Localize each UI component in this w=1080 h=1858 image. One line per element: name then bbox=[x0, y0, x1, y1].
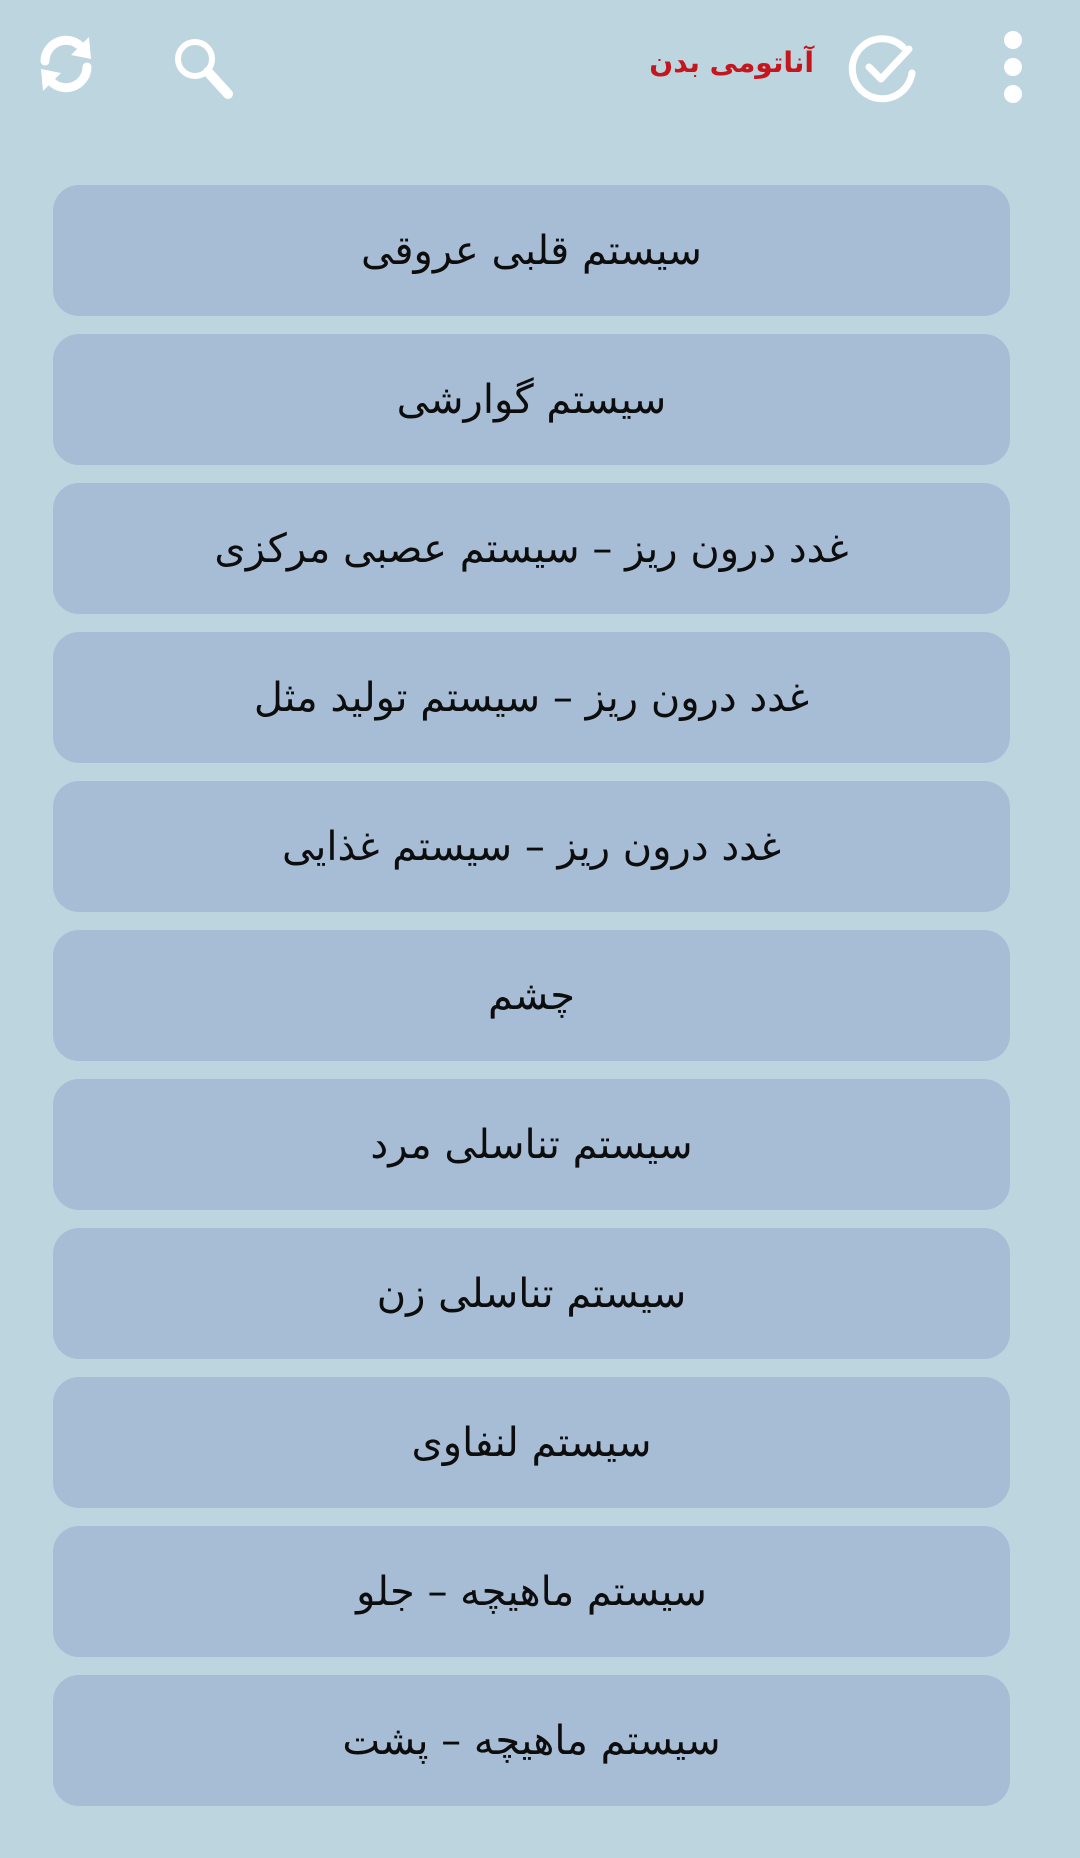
list-item[interactable]: غدد درون ریز – سیستم غذایی bbox=[53, 781, 1010, 912]
list-item[interactable]: سیستم قلبی عروقی bbox=[53, 185, 1010, 316]
list-item-label: سیستم ماهیچه – جلو bbox=[356, 1568, 707, 1615]
anatomy-list: سیستم قلبی عروقی سیستم گوارشی غدد درون ر… bbox=[53, 185, 1010, 1824]
list-item[interactable]: غدد درون ریز – سیستم عصبی مرکزی bbox=[53, 483, 1010, 614]
list-item-label: غدد درون ریز – سیستم عصبی مرکزی bbox=[214, 525, 849, 572]
list-item-label: سیستم لنفاوی bbox=[411, 1419, 652, 1466]
list-item[interactable]: سیستم گوارشی bbox=[53, 334, 1010, 465]
list-item-label: سیستم ماهیچه – پشت bbox=[342, 1717, 721, 1764]
list-item[interactable]: سیستم تناسلی زن bbox=[53, 1228, 1010, 1359]
list-item-label: غدد درون ریز – سیستم تولید مثل bbox=[253, 674, 810, 721]
list-item-label: سیستم تناسلی مرد bbox=[370, 1121, 693, 1168]
list-item[interactable]: چشم bbox=[53, 930, 1010, 1061]
refresh-icon bbox=[40, 35, 92, 93]
list-item[interactable]: سیستم ماهیچه – جلو bbox=[53, 1526, 1010, 1657]
list-item[interactable]: سیستم ماهیچه – پشت bbox=[53, 1675, 1010, 1806]
refresh-button[interactable] bbox=[30, 28, 102, 100]
list-item-label: سیستم قلبی عروقی bbox=[361, 227, 702, 274]
search-button[interactable] bbox=[166, 30, 240, 104]
list-item-label: غدد درون ریز – سیستم غذایی bbox=[281, 823, 782, 870]
check-button[interactable] bbox=[846, 30, 920, 104]
app-bar: آناتومی بدن bbox=[0, 0, 1080, 140]
page-title: آناتومی بدن bbox=[649, 46, 814, 79]
list-item[interactable]: سیستم لنفاوی bbox=[53, 1377, 1010, 1508]
list-item-label: سیستم گوارشی bbox=[396, 376, 667, 423]
list-item[interactable]: سیستم تناسلی مرد bbox=[53, 1079, 1010, 1210]
list-item-label: چشم bbox=[487, 972, 576, 1019]
search-icon bbox=[175, 39, 233, 99]
check-circle-icon bbox=[848, 35, 916, 103]
more-vert-icon bbox=[1004, 31, 1022, 103]
list-item-label: سیستم تناسلی زن bbox=[376, 1270, 687, 1317]
more-options-button[interactable] bbox=[990, 30, 1036, 104]
list-item[interactable]: غدد درون ریز – سیستم تولید مثل bbox=[53, 632, 1010, 763]
